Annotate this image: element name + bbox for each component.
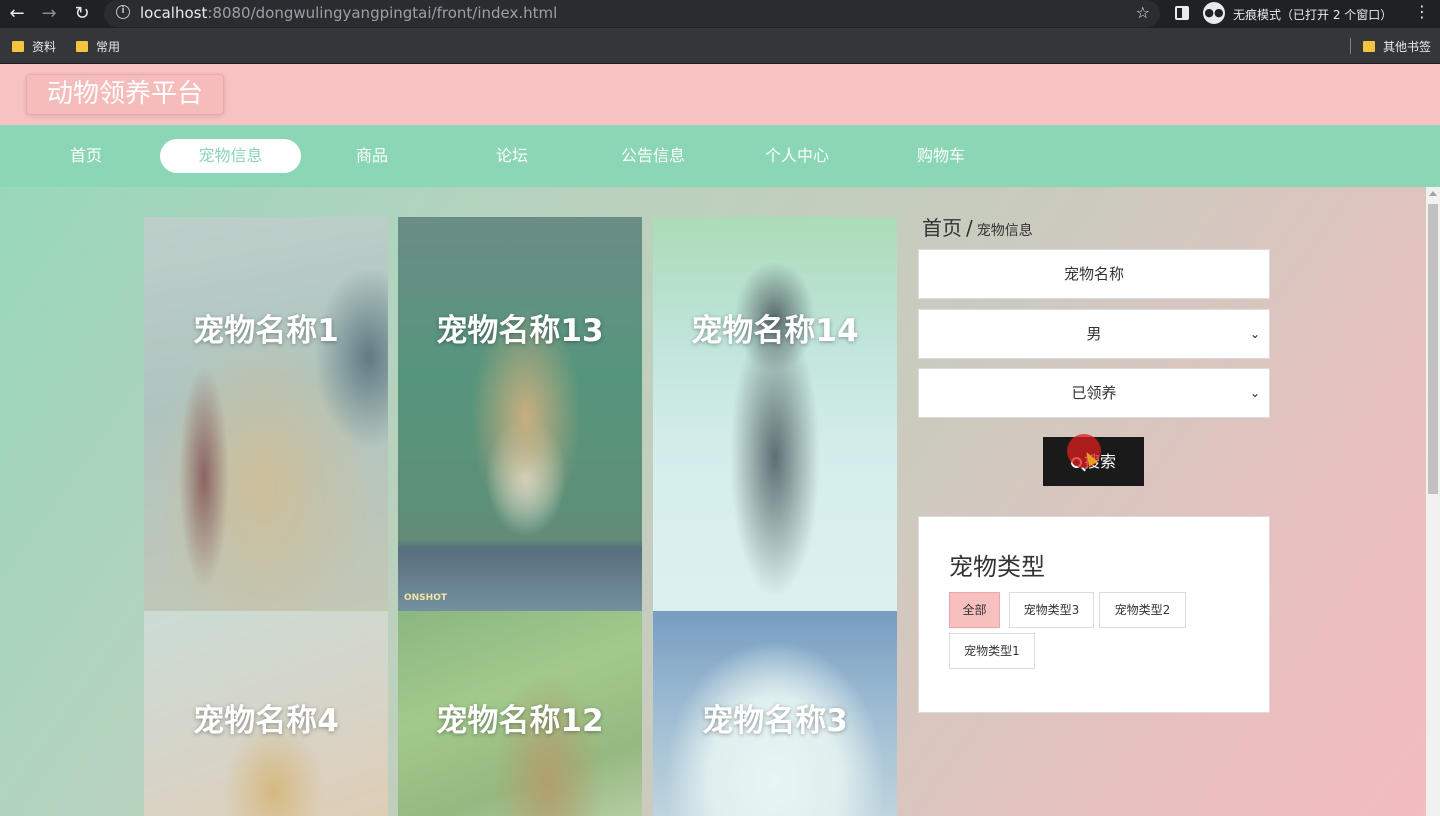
bookmarks-bar: 资料 常用 其他书签: [0, 28, 1440, 64]
nav-products[interactable]: 商品: [332, 139, 412, 173]
nav-profile[interactable]: 个人中心: [752, 139, 842, 173]
scroll-thumb[interactable]: [1428, 204, 1438, 494]
chevron-down-icon: ⌄: [1249, 327, 1260, 341]
folder-icon: [12, 41, 24, 52]
pet-name: 宠物名称12: [436, 703, 604, 739]
card-overlay: [653, 217, 897, 611]
pet-card[interactable]: 宠物名称12: [398, 611, 642, 816]
url-host: localhost: [140, 4, 208, 22]
browser-toolbar: ← → ↻ i localhost:8080/dongwulingyangpin…: [0, 0, 1440, 28]
forward-arrow-icon[interactable]: →: [37, 2, 61, 26]
nav-forum[interactable]: 论坛: [472, 139, 552, 173]
pet-card[interactable]: 宠物名称14: [653, 217, 897, 611]
bookmark-folder-2[interactable]: 常用: [76, 38, 120, 55]
bookmark-folder-1[interactable]: 资料: [12, 38, 56, 55]
pet-card[interactable]: 宠物名称1: [144, 217, 388, 611]
adoption-status-select[interactable]: 已领养 ⌄: [918, 368, 1270, 418]
pet-category-panel: 宠物类型 全部 宠物类型3 宠物类型2 宠物类型1: [918, 516, 1270, 713]
category-tag[interactable]: 宠物类型1: [949, 633, 1035, 669]
reload-icon[interactable]: ↻: [70, 2, 94, 26]
bookmark-star-icon[interactable]: ☆: [1136, 3, 1150, 22]
breadcrumb-separator: /: [966, 216, 973, 240]
chevron-down-icon: ⌄: [1249, 386, 1260, 400]
url-path: :8080/dongwulingyangpingtai/front/index.…: [207, 4, 558, 22]
site-header: 动物领养平台: [0, 64, 1440, 125]
page-scrollbar[interactable]: [1426, 187, 1440, 816]
bookmark-label: 资料: [32, 40, 57, 54]
status-select-value: 已领养: [1071, 384, 1117, 402]
breadcrumb: 首页 / 宠物信息: [922, 212, 1033, 241]
url-text[interactable]: localhost:8080/dongwulingyangpingtai/fro…: [140, 4, 557, 22]
breadcrumb-current: 宠物信息: [976, 223, 1033, 239]
nav-pet-info[interactable]: 宠物信息: [160, 139, 301, 173]
bookmark-label: 常用: [96, 40, 121, 54]
address-bar[interactable]: i localhost:8080/dongwulingyangpingtai/f…: [104, 0, 1160, 27]
click-indicator: [1067, 434, 1101, 468]
back-arrow-icon[interactable]: ←: [5, 2, 29, 26]
pet-card[interactable]: 宠物名称3: [653, 611, 897, 816]
gender-select[interactable]: 男 ⌄: [918, 309, 1270, 359]
folder-icon: [76, 41, 88, 52]
other-bookmarks[interactable]: 其他书签: [1363, 38, 1431, 55]
other-bookmarks-label: 其他书签: [1383, 40, 1432, 54]
breadcrumb-home[interactable]: 首页: [922, 216, 962, 240]
card-overlay: [144, 217, 388, 611]
gender-select-value: 男: [1086, 325, 1102, 343]
nav-announcements[interactable]: 公告信息: [608, 139, 698, 173]
pet-name: 宠物名称1: [193, 313, 339, 349]
nav-home[interactable]: 首页: [46, 139, 126, 173]
category-tag[interactable]: 宠物类型2: [1099, 592, 1186, 628]
pet-name: 宠物名称13: [436, 313, 604, 349]
pet-card[interactable]: 宠物名称13 ONSHOT: [398, 217, 642, 611]
bookmark-divider: [1350, 38, 1351, 54]
incognito-icon[interactable]: ●●: [1203, 2, 1225, 24]
card-overlay: [398, 217, 642, 611]
folder-icon: [1363, 41, 1375, 52]
pet-name: 宠物名称14: [691, 313, 859, 349]
scroll-up-icon[interactable]: [1429, 191, 1437, 196]
category-tag[interactable]: 宠物类型3: [1009, 592, 1094, 628]
pet-name-input[interactable]: 宠物名称: [918, 249, 1270, 299]
pet-name: 宠物名称4: [193, 703, 339, 739]
category-tag-all[interactable]: 全部: [949, 592, 1000, 628]
nav-cart[interactable]: 购物车: [900, 139, 982, 173]
photo-watermark: ONSHOT: [404, 593, 447, 603]
side-panel-icon[interactable]: [1175, 6, 1189, 20]
pet-name: 宠物名称3: [702, 703, 848, 739]
category-title: 宠物类型: [949, 553, 1045, 581]
browser-menu-icon[interactable]: ⋮: [1414, 2, 1430, 21]
site-info-icon[interactable]: i: [116, 5, 130, 19]
pet-card[interactable]: 宠物名称4: [144, 611, 388, 816]
incognito-label[interactable]: 无痕模式（已打开 2 个窗口）: [1233, 6, 1392, 23]
main-nav: 首页 宠物信息 商品 论坛 公告信息 个人中心 购物车: [0, 125, 1440, 187]
site-logo[interactable]: 动物领养平台: [26, 74, 224, 115]
